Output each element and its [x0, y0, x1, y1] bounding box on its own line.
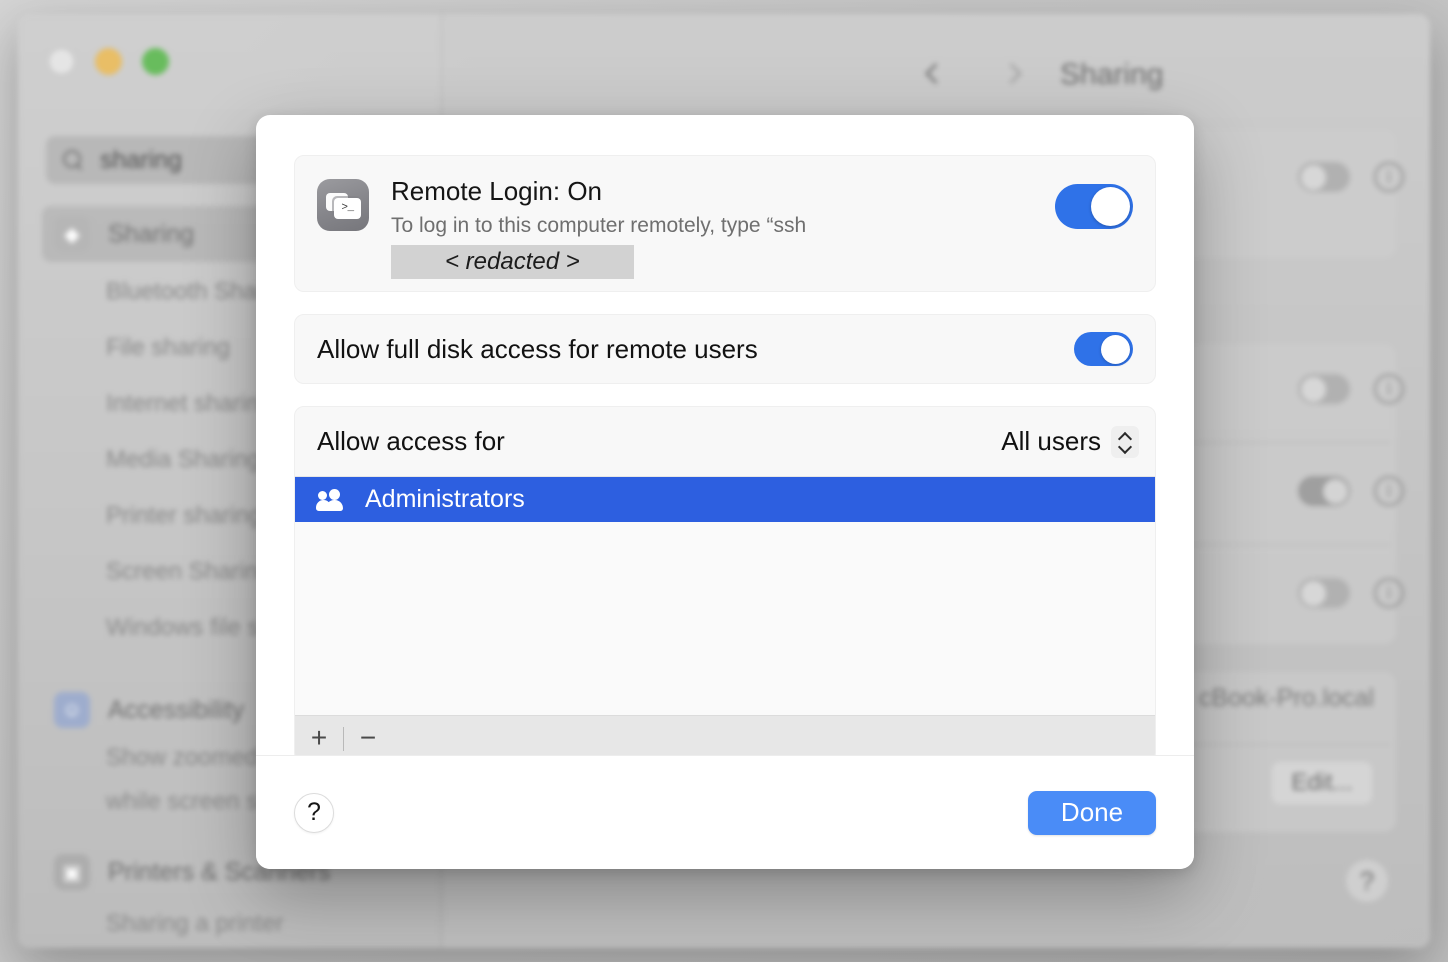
info-icon[interactable]: i	[1374, 374, 1404, 404]
background-row-4: i	[1298, 578, 1404, 608]
search-icon	[62, 149, 84, 171]
sidebar-subitem-internet-sharing[interactable]: Internet sharing	[106, 390, 273, 418]
maximize-button[interactable]	[142, 48, 169, 75]
sidebar-subitem-screen-sharing[interactable]: Screen Sharing	[106, 558, 271, 586]
remote-login-card: >_ Remote Login: On To log in to this co…	[294, 155, 1156, 292]
terminal-prompt-glyph: >_	[334, 198, 361, 219]
sidebar-subitem-media-sharing[interactable]: Media Sharing	[106, 446, 261, 474]
allow-access-card: Allow access for All users Administrator…	[294, 406, 1156, 763]
computer-hostname: cBook-Pro.local	[1198, 684, 1374, 712]
background-toggle-2[interactable]	[1298, 374, 1350, 404]
full-disk-access-label: Allow full disk access for remote users	[317, 333, 758, 364]
allow-access-popup-button[interactable]: All users	[1001, 425, 1139, 458]
close-button[interactable]	[48, 48, 75, 75]
forward-button[interactable]	[1000, 58, 1023, 96]
back-button[interactable]	[924, 58, 948, 96]
sidebar-subitem-sharing-a-printer[interactable]: Sharing a printer	[106, 910, 283, 938]
chevron-left-icon	[924, 62, 947, 85]
info-icon[interactable]: i	[1374, 162, 1404, 192]
sidebar-subitem-file-sharing[interactable]: File sharing	[106, 334, 230, 362]
sidebar-subitem-printer-sharing[interactable]: Printer sharing	[106, 502, 262, 530]
people-group-icon	[316, 488, 347, 511]
page-title: Sharing	[1060, 58, 1164, 91]
remote-login-description: To log in to this computer remotely, typ…	[391, 213, 807, 237]
background-toggle-3[interactable]	[1298, 476, 1350, 506]
search-input[interactable]: sharing	[100, 146, 182, 175]
background-row-2: i	[1298, 374, 1404, 404]
help-button[interactable]: ?	[294, 792, 334, 833]
background-row-1: i	[1298, 162, 1404, 192]
list-item[interactable]: Administrators	[295, 477, 1155, 522]
remote-login-text: Remote Login: On To log in to this compu…	[391, 176, 1133, 280]
full-disk-access-toggle[interactable]	[1074, 332, 1133, 366]
background-toggle-4[interactable]	[1298, 578, 1350, 608]
background-row-3: i	[1298, 476, 1404, 506]
dialog-body: >_ Remote Login: On To log in to this co…	[256, 115, 1194, 763]
allow-access-selected-value: All users	[1001, 426, 1101, 456]
allow-access-label: Allow access for	[317, 426, 505, 456]
info-icon[interactable]: i	[1374, 476, 1404, 506]
done-button[interactable]: Done	[1028, 790, 1156, 835]
sidebar-group-header: Accessibility	[108, 695, 245, 724]
list-item-label: Administrators	[365, 485, 525, 513]
desktop-backdrop: sharing ◆ Sharing Bluetooth Sharing File…	[0, 0, 1448, 962]
allow-access-header: Allow access for All users	[295, 407, 1155, 477]
window-traffic-lights	[48, 48, 169, 75]
background-toggle-1[interactable]	[1298, 162, 1350, 192]
ssh-command-redacted: < redacted >	[391, 245, 634, 280]
accessibility-icon: ☺	[54, 692, 90, 728]
minimize-button[interactable]	[95, 48, 122, 75]
add-user-button[interactable]: +	[295, 723, 343, 755]
dialog-footer: ? Done	[256, 755, 1194, 869]
chevron-up-down-icon	[1111, 425, 1139, 458]
window-help-button[interactable]: ?	[1346, 860, 1388, 902]
terminal-icon: >_	[317, 179, 369, 231]
allowed-users-list[interactable]: Administrators	[295, 477, 1155, 715]
remote-login-toggle[interactable]	[1055, 184, 1133, 229]
sharing-icon: ◆	[54, 216, 90, 252]
edit-button[interactable]: Edit...	[1272, 762, 1372, 804]
sidebar-item-sharing[interactable]: ◆ Sharing	[54, 216, 194, 252]
remote-login-dialog: >_ Remote Login: On To log in to this co…	[256, 115, 1194, 869]
printer-icon: ▣	[54, 854, 90, 890]
remote-login-title: Remote Login: On	[391, 176, 603, 206]
chevron-right-icon	[1000, 62, 1023, 85]
sidebar-item-accessibility[interactable]: ☺ Accessibility	[54, 692, 244, 728]
info-icon[interactable]: i	[1374, 578, 1404, 608]
full-disk-access-card: Allow full disk access for remote users	[294, 314, 1156, 384]
remove-user-button[interactable]: −	[344, 723, 392, 755]
sidebar-group-header: Sharing	[108, 219, 195, 248]
